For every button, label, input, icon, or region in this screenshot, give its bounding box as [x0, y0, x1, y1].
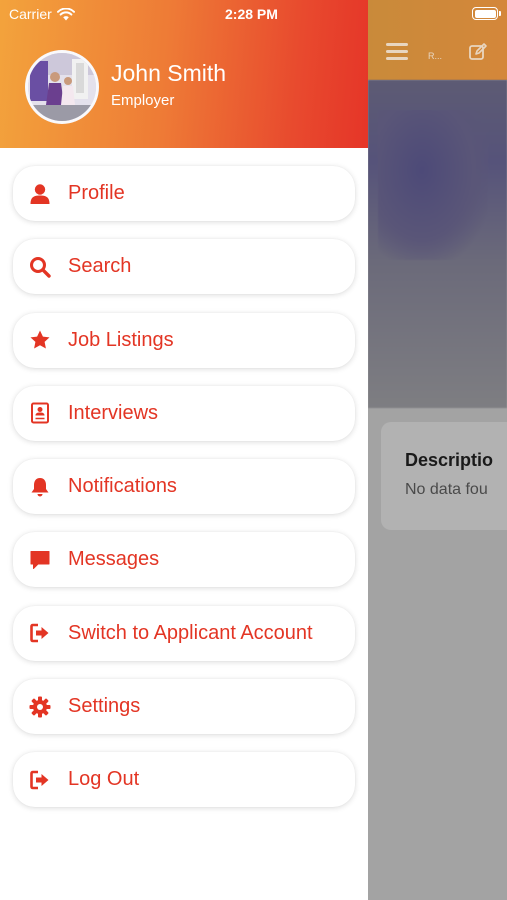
menu-label: Log Out	[68, 768, 140, 791]
user-icon	[28, 182, 52, 206]
menu-item-notifications[interactable]: Notifications	[13, 459, 355, 515]
menu-item-log-out[interactable]: Log Out	[13, 752, 355, 808]
menu-item-switch-account[interactable]: Switch to Applicant Account	[13, 605, 355, 661]
menu-item-messages[interactable]: Messages	[13, 532, 355, 588]
battery-icon	[472, 7, 501, 20]
status-time: 2:28 PM	[225, 6, 278, 22]
message-icon	[28, 548, 52, 572]
menu-label: Settings	[68, 695, 141, 718]
menu-item-profile[interactable]: Profile	[13, 166, 355, 221]
wifi-icon	[56, 7, 75, 20]
carrier-group: Carrier	[9, 6, 75, 22]
id-card-icon	[28, 401, 52, 425]
carrier-label: Carrier	[9, 6, 52, 22]
avatar[interactable]	[25, 50, 99, 124]
description-title: Descriptio	[405, 450, 494, 470]
bell-icon	[28, 475, 52, 499]
user-name: John Smith	[111, 60, 227, 86]
description-card: Descriptio No data fou	[381, 422, 507, 530]
navigation-drawer: John Smith Employer Profile Search Job L…	[0, 0, 368, 900]
user-role: Employer	[111, 92, 175, 109]
star-icon	[28, 328, 52, 352]
sign-out-icon	[28, 621, 52, 645]
drawer-menu: Profile Search Job Listings Interviews N…	[13, 166, 355, 826]
menu-icon[interactable]	[386, 43, 408, 61]
sign-out-icon	[28, 768, 52, 792]
menu-item-interviews[interactable]: Interviews	[13, 385, 355, 441]
menu-label: Profile	[68, 182, 125, 204]
edit-icon[interactable]	[468, 42, 488, 62]
menu-label: Search	[68, 255, 132, 278]
gear-icon	[28, 695, 52, 719]
status-bar: Carrier 2:28 PM	[0, 0, 507, 28]
search-icon	[28, 255, 52, 279]
menu-label: Switch to Applicant Account	[68, 621, 313, 644]
menu-item-job-listings[interactable]: Job Listings	[13, 312, 355, 368]
menu-label: Job Listings	[68, 328, 174, 351]
menu-label: Interviews	[68, 401, 159, 424]
menu-item-search[interactable]: Search	[13, 239, 355, 295]
menu-item-settings[interactable]: Settings	[13, 679, 355, 735]
menu-label: Notifications	[68, 475, 177, 498]
profile-photo	[28, 53, 96, 121]
background-title: R...	[428, 51, 443, 61]
description-text: No data fou	[405, 481, 488, 498]
background-photo	[368, 80, 507, 408]
menu-label: Messages	[68, 548, 160, 571]
